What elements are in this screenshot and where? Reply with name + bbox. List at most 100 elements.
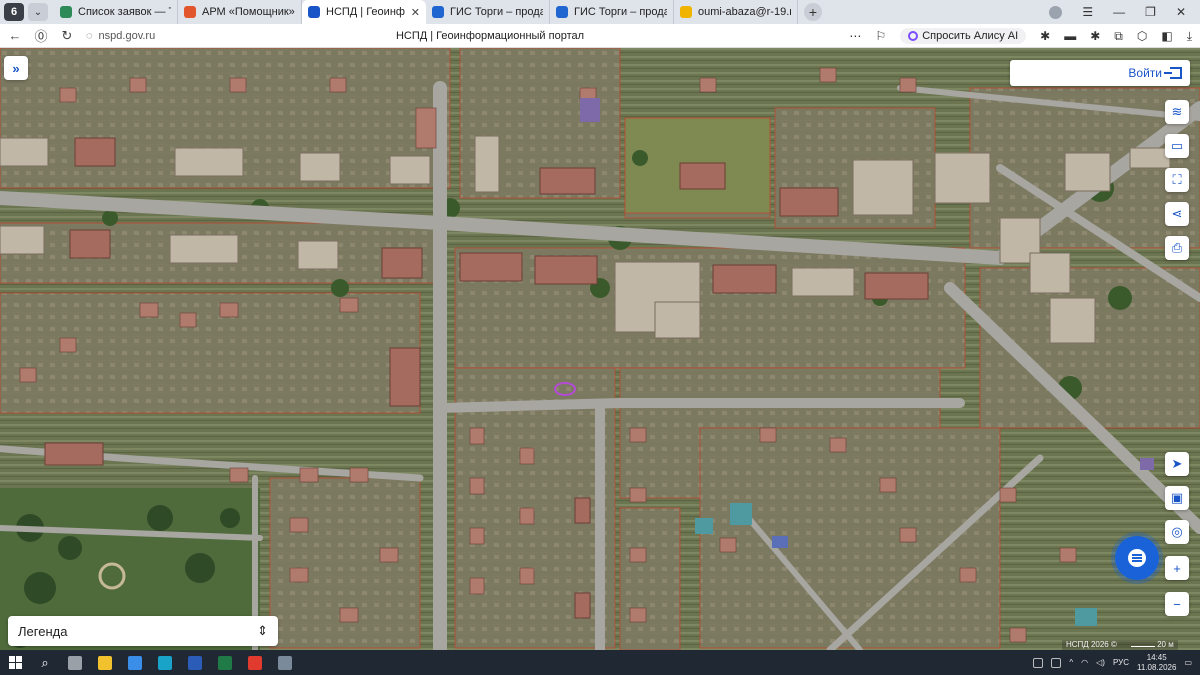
tab-label: Список заявок — ТехноКад [78,6,171,18]
windows-taskbar: ⌕ ^ ◠ ◁) РУС 14:45 11.08.2026 ▭ [0,650,1200,675]
tray-icon-1[interactable] [1033,657,1044,668]
search-button[interactable]: ⌕ [30,650,60,675]
satellite-map[interactable]: » Войти ≋ ▭ ⛶ ⋖ ⎙ ➤ ▣ ◎ + − Легенда ⇕ НСПД 2026 ©… [0,48,1200,650]
tab-close-icon[interactable]: ✕ [411,6,420,19]
taskbar-apps [60,650,300,675]
ask-alice-label: Спросить Алису AI [922,30,1019,42]
tab-label: ГИС Торги – продажи государственного [450,6,543,18]
extension-icon-3[interactable]: ✱ [1090,29,1100,43]
ask-alice-button[interactable]: Спросить Алису AI [900,28,1027,44]
tab-strip: Список заявок — ТехноКад АРМ «Помощник» НС… [54,0,798,24]
tab-favicon-icon [556,6,568,18]
address-bar: ← ⓪ ↻ ◌ nspd.gov.ru НСПД | Геоинформацио… [0,24,1200,48]
tab-label: oumi-abaza@r-19.ru - Спам [698,6,791,18]
chrome-button[interactable] [120,650,150,675]
tab-label: ГИС Торги – продажи государственного [574,6,667,18]
chat-assistant-button[interactable] [1115,536,1159,580]
legend-selector[interactable]: Легенда ⇕ [8,616,278,646]
browser-tab[interactable]: ГИС Торги – продажи государственного [426,0,550,24]
address-bar-actions: ⋯ ⚐ Спросить Алису AI ✱ ▬ ✱ ⧉ ⬡ ◧ ⤓ [849,26,1192,46]
login-button[interactable]: Войти [1010,60,1190,86]
browser-tab[interactable]: oumi-abaza@r-19.ru - Спам [674,0,798,24]
expand-sidebar-button[interactable]: » [4,56,28,80]
clock-date: 11.08.2026 [1136,662,1177,672]
browser-tab-bar: 6 ⌄ Список заявок — ТехноКад АРМ «Помощни… [0,0,1200,24]
zoom-out-icon[interactable]: − [1165,592,1189,616]
clock[interactable]: 14:45 11.08.2026 [1137,653,1176,673]
file-explorer-button[interactable] [90,650,120,675]
search-icon: ⌕ [41,654,49,670]
downloads-icon[interactable]: ⤓ [1187,29,1192,44]
volume-icon[interactable]: ◁) [1096,658,1105,667]
window-controls: ☰ — ❐ ✕ [1049,0,1200,24]
clock-time: 14:45 [1146,652,1167,662]
locate-icon[interactable]: ➤ [1165,452,1189,476]
word-icon [188,655,202,670]
photo-app-icon [278,655,292,670]
yandex-browser-button[interactable] [240,650,270,675]
browser-menu-button[interactable]: 6 [4,3,24,21]
minimap-icon[interactable]: ▣ [1165,486,1189,510]
restore-icon[interactable]: ❐ [1145,5,1156,19]
extensions-icon[interactable]: ⧉ [1114,29,1123,44]
tab-favicon-icon [60,6,72,18]
login-icon [1164,67,1182,79]
excel-button[interactable] [210,650,240,675]
start-button[interactable] [0,650,30,675]
extension-icon-1[interactable]: ✱ [1040,29,1050,43]
word-button[interactable] [180,650,210,675]
excel-icon [218,655,232,670]
extension-icon-4[interactable]: ⬡ [1137,29,1147,43]
select-area-icon[interactable]: ⛶ [1165,168,1189,192]
minimize-icon[interactable]: — [1113,5,1125,19]
chrome-icon [128,655,142,670]
tab-favicon-icon [432,6,444,18]
edge-button[interactable] [150,650,180,675]
extension-icon-5[interactable]: ◧ [1161,29,1172,43]
network-icon[interactable]: ◠ [1081,658,1088,667]
print-icon[interactable]: ⎙ [1165,236,1189,260]
profile-avatar[interactable] [1049,5,1063,19]
scale-bar: 20 м [1130,640,1174,650]
browser-tab[interactable]: Список заявок — ТехноКад [54,0,178,24]
chevron-updown-icon: ⇕ [257,623,268,638]
map-imagery [0,48,1200,650]
tray-icon-2[interactable] [1051,657,1062,668]
zoom-in-icon[interactable]: + [1165,556,1189,580]
ruler-icon[interactable]: ▭ [1165,134,1189,158]
geolocation-icon[interactable]: ◎ [1165,520,1189,544]
more-icon[interactable]: ⋯ [849,29,861,43]
bookmark-icon[interactable]: ⚐ [875,29,886,43]
task-view-icon [68,655,82,670]
extension-icon-2[interactable]: ▬ [1064,29,1076,43]
tabs-dropdown-button[interactable]: ⌄ [28,3,48,21]
browser-tab[interactable]: ГИС Торги – продажи государственного [550,0,674,24]
keyboard-language[interactable]: РУС [1113,658,1129,667]
map-attribution: НСПД 2026 © 20 м [1062,640,1178,650]
tab-favicon-icon [184,6,196,18]
scale-label: 20 м [1157,640,1174,649]
chevron-up-icon[interactable]: ^ [1069,658,1073,667]
new-tab-button[interactable]: + [804,3,822,21]
yandex-browser-icon [248,655,262,670]
bookmarks-icon[interactable]: ☰ [1082,5,1093,19]
windows-icon [8,656,22,669]
share-icon[interactable]: ⋖ [1165,202,1189,226]
browser-tab[interactable]: АРМ «Помощник» [178,0,302,24]
task-view-button[interactable] [60,650,90,675]
login-label: Войти [1128,66,1162,80]
alice-icon [908,31,919,41]
browser-tab[interactable]: НСПД | Геоинформационный портал ✕ [302,0,426,24]
close-window-icon[interactable]: ✕ [1176,5,1186,19]
chat-icon [1128,549,1146,567]
tab-favicon-icon [308,6,320,18]
layers-icon[interactable]: ≋ [1165,100,1189,124]
tab-favicon-icon [680,6,692,18]
legend-label: Легенда [18,623,68,639]
notifications-icon[interactable]: ▭ [1184,658,1192,667]
file-explorer-icon [98,655,112,670]
tab-label: АРМ «Помощник» [202,6,295,18]
photo-app-button[interactable] [270,650,300,675]
page-title: НСПД | Геоинформационный портал [395,30,585,42]
system-tray: ^ ◠ ◁) РУС 14:45 11.08.2026 ▭ [1033,650,1192,675]
